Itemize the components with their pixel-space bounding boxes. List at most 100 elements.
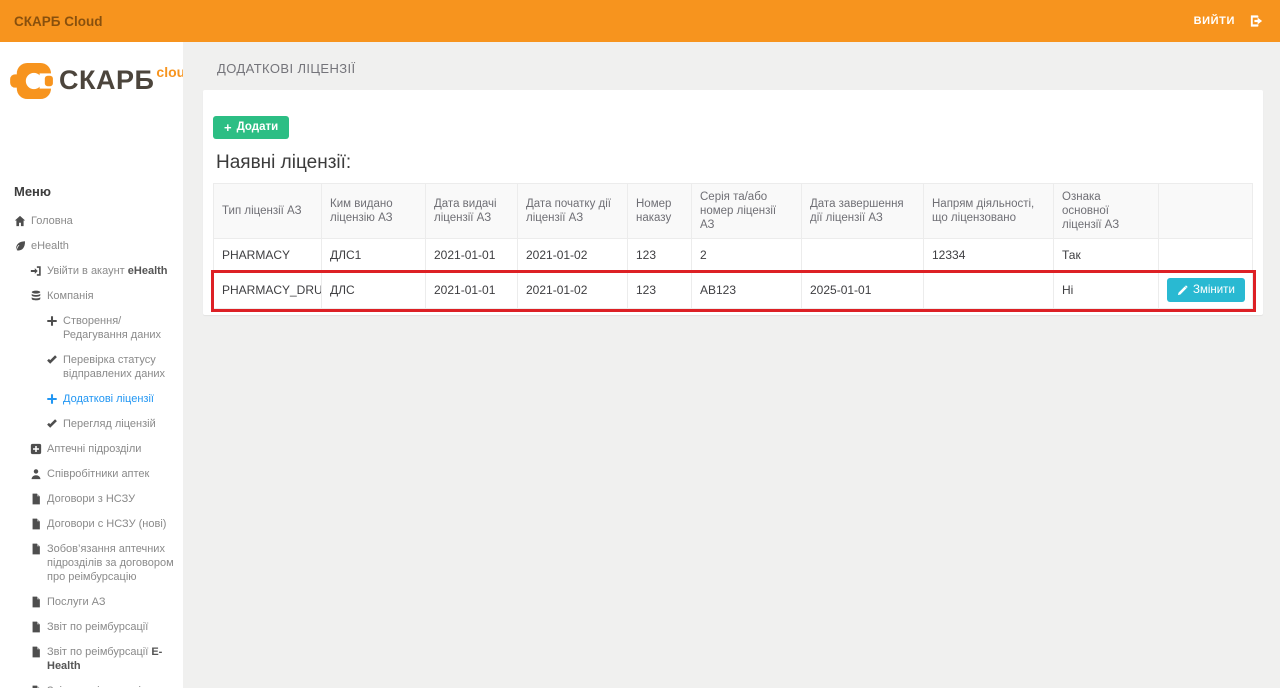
file-icon: [30, 595, 42, 608]
sidebar-item[interactable]: Створення/Редагування даних: [0, 314, 177, 342]
table-cell: Так: [1054, 239, 1159, 272]
logo-text: СКАРБ: [59, 62, 154, 98]
section-title: Наявні ліцензії:: [216, 152, 1253, 174]
sidebar-item[interactable]: Звіт по реімбурсації E-Health: [0, 645, 177, 673]
sidebar-item-label: Зобов’язання аптечних підрозділів за дог…: [47, 542, 177, 584]
menu-header: Меню: [0, 184, 183, 199]
sidebar-item[interactable]: Перегляд ліцензій: [0, 417, 177, 431]
table-body: PHARMACYДЛС12021-01-012021-01-0212321233…: [214, 239, 1253, 309]
table-cell: [924, 272, 1054, 309]
sidebar-item[interactable]: Головна: [0, 214, 177, 228]
column-header: Дата видачі ліцензії АЗ: [426, 184, 518, 239]
sidebar-item[interactable]: Договори з НСЗУ: [0, 492, 177, 506]
table-cell: АВ123: [692, 272, 802, 309]
sidebar-item-label: Компанія: [47, 289, 94, 303]
sidebar-item-label: Створення/Редагування даних: [63, 314, 177, 342]
column-header: Номер наказу: [628, 184, 692, 239]
logo-sup-text: cloud: [156, 62, 183, 79]
table-cell: Ні: [1054, 272, 1159, 309]
sidebar-item[interactable]: eHealth: [0, 239, 177, 253]
file-icon: [30, 645, 42, 658]
plus-square-icon: [30, 442, 42, 455]
layout: СКАРБ cloud Меню Головна eHealth Увійти в …: [0, 42, 1280, 688]
table-cell: [802, 239, 924, 272]
topbar: СКАРБ Cloud ВИЙТИ: [0, 0, 1280, 42]
table-row: PHARMACY_DRUGSДЛС2021-01-012021-01-02123…: [214, 272, 1253, 309]
edit-button[interactable]: Змінити: [1167, 278, 1245, 302]
check-icon: [46, 417, 58, 430]
sidebar-menu: Головна eHealth Увійти в акаунт eHealth Ком…: [0, 199, 183, 688]
sidebar-item-label: Звіт про відпущені лікарські засоби та ї…: [47, 684, 177, 688]
action-cell: Змінити: [1159, 272, 1253, 309]
plus-icon: [46, 314, 58, 327]
plus-icon: +: [224, 122, 232, 133]
edit-button-label: Змінити: [1193, 284, 1235, 296]
sidebar-item-label: Договори з НСЗУ: [47, 492, 135, 506]
sidebar-item[interactable]: Послуги АЗ: [0, 595, 177, 609]
add-button[interactable]: + Додати: [213, 116, 289, 139]
column-header: Напрям діяльності, що ліцензовано: [924, 184, 1054, 239]
column-header: Дата початку дії ліцензії АЗ: [518, 184, 628, 239]
sidebar-item[interactable]: Договори с НСЗУ (нові): [0, 517, 177, 531]
logout-label: ВИЙТИ: [1194, 15, 1235, 27]
main-content: ДОДАТКОВІ ЛІЦЕНЗІЇ + Додати Наявні ліцен…: [183, 42, 1280, 688]
column-header: Серія та/або номер ліцензії АЗ: [692, 184, 802, 239]
topbar-brand: СКАРБ Cloud: [14, 14, 102, 29]
sidebar-item-label: Увійти в акаунт eHealth: [47, 264, 168, 278]
table-cell: PHARMACY: [214, 239, 322, 272]
logout-button[interactable]: ВИЙТИ: [1194, 14, 1264, 28]
sidebar: СКАРБ cloud Меню Головна eHealth Увійти в …: [0, 42, 183, 688]
table-cell: 2021-01-02: [518, 272, 628, 309]
home-icon: [14, 214, 26, 227]
licenses-table: Тип ліцензії АЗКим видано ліцензію АЗДат…: [213, 183, 1253, 309]
table-cell: 123: [628, 239, 692, 272]
sidebar-item-label: Головна: [31, 214, 73, 228]
sidebar-item[interactable]: Співробітники аптек: [0, 467, 177, 481]
table-cell: ДЛС: [322, 272, 426, 309]
table-cell: 2025-01-01: [802, 272, 924, 309]
sidebar-item[interactable]: Аптечні підрозділи: [0, 442, 177, 456]
sidebar-item[interactable]: Компанія: [0, 289, 177, 303]
page-title: ДОДАТКОВІ ЛІЦЕНЗІЇ: [183, 42, 1280, 75]
file-icon: [30, 684, 42, 688]
column-header: Ким видано ліцензію АЗ: [322, 184, 426, 239]
table-cell: PHARMACY_DRUGS: [214, 272, 322, 309]
file-icon: [30, 542, 42, 555]
table-cell: 2021-01-01: [426, 239, 518, 272]
skarb-logo: СКАРБ cloud: [0, 42, 183, 100]
table-cell: 2021-01-01: [426, 272, 518, 309]
sidebar-item-label: Договори с НСЗУ (нові): [47, 517, 166, 531]
sidebar-item-label: Послуги АЗ: [47, 595, 106, 609]
user-icon: [30, 467, 42, 480]
sign-in-icon: [30, 264, 42, 277]
sidebar-item[interactable]: Зобов’язання аптечних підрозділів за дог…: [0, 542, 177, 584]
sidebar-item-label: Співробітники аптек: [47, 467, 149, 481]
table-cell: 12334: [924, 239, 1054, 272]
column-header: Ознака основної ліцензії АЗ: [1054, 184, 1159, 239]
skarb-logo-icon: [10, 62, 54, 100]
table-row: PHARMACYДЛС12021-01-012021-01-0212321233…: [214, 239, 1253, 272]
sidebar-item[interactable]: Додаткові ліцензії: [0, 392, 177, 406]
leaf-icon: [14, 239, 26, 252]
column-header: Тип ліцензії АЗ: [214, 184, 322, 239]
sidebar-item-label: Перевірка статусу відправлених даних: [63, 353, 177, 381]
add-button-label: Додати: [237, 121, 279, 133]
pencil-icon: [1177, 285, 1188, 296]
action-cell: [1159, 239, 1253, 272]
table-cell: 123: [628, 272, 692, 309]
table-cell: 2: [692, 239, 802, 272]
app-window: СКАРБ Cloud ВИЙТИ СКАРБ: [0, 0, 1280, 688]
file-icon: [30, 620, 42, 633]
plus-icon: [46, 392, 58, 405]
sidebar-item[interactable]: Звіт по реімбурсації: [0, 620, 177, 634]
database-icon: [30, 289, 42, 302]
sidebar-item[interactable]: Увійти в акаунт eHealth: [0, 264, 177, 278]
sidebar-item-label: Звіт по реімбурсації: [47, 620, 148, 634]
check-icon: [46, 353, 58, 366]
sidebar-item[interactable]: Звіт про відпущені лікарські засоби та ї…: [0, 684, 177, 688]
file-icon: [30, 492, 42, 505]
table-header-row: Тип ліцензії АЗКим видано ліцензію АЗДат…: [214, 184, 1253, 239]
sidebar-item[interactable]: Перевірка статусу відправлених даних: [0, 353, 177, 381]
licenses-card: + Додати Наявні ліцензії: Тип ліцензії А…: [203, 90, 1263, 315]
sidebar-item-label: Аптечні підрозділи: [47, 442, 141, 456]
